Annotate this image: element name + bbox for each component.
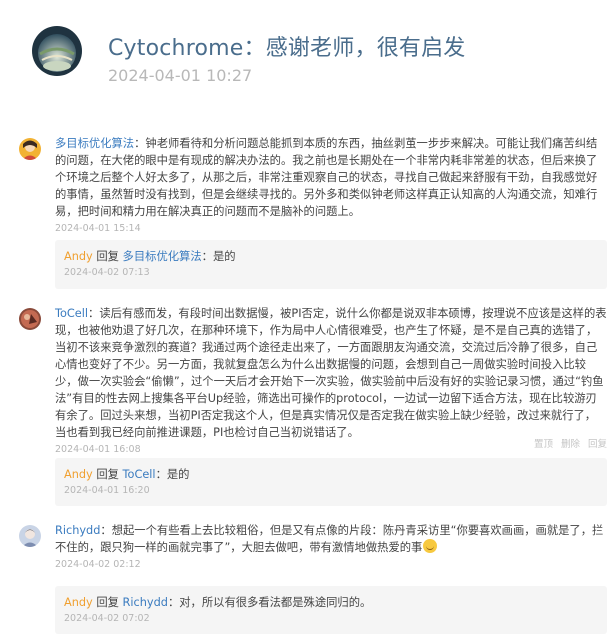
comment-time: 2024-04-01 15:14 xyxy=(55,223,141,234)
commenter-avatar[interactable] xyxy=(19,308,41,330)
post-date: 2024-04-01 10:27 xyxy=(108,66,253,85)
commenter-name[interactable]: 多目标优化算法 xyxy=(55,137,134,150)
reply-content: 是的 xyxy=(166,468,190,481)
comment-content: 读后有感而发，有段时间出数据慢，被PI否定，说什么你都是说双非本硕博，按理说不应… xyxy=(55,307,607,439)
comment-text: 多目标优化算法：钟老师看待和分析问题总能抓到本质的东西，抽丝剥茧一步步来解决。可… xyxy=(55,135,607,220)
delete-button[interactable]: 删除 xyxy=(561,439,580,450)
reply-time: 2024-04-02 07:13 xyxy=(64,267,150,278)
reply-author[interactable]: Andy xyxy=(64,596,93,609)
article-header: Cytochrome：感谢老师，很有启发 2024-04-01 10:27 xyxy=(0,0,613,118)
reply-item: Andy 回复 Richydd：对，所以有很多看法都是殊途同归的。 2024-0… xyxy=(55,586,607,634)
reply-target[interactable]: ToCell xyxy=(123,468,156,481)
comment-time: 2024-04-02 02:12 xyxy=(55,559,141,570)
comment-time: 2024-04-01 16:08 xyxy=(55,444,141,455)
comment-text: Richydd：想起一个有些看上去比较粗俗，但是又有点像的片段：陈丹青采访里“你… xyxy=(55,524,604,554)
author-avatar[interactable] xyxy=(32,26,82,76)
pin-button[interactable]: 置顶 xyxy=(534,439,553,450)
commenter-avatar[interactable] xyxy=(19,525,41,547)
reply-text: Andy 回复 多目标优化算法：是的 xyxy=(64,250,236,263)
reply-text: Andy 回复 ToCell：是的 xyxy=(64,468,190,481)
comment-actions: 置顶 删除 回复 xyxy=(526,436,607,450)
reply-verb: 回复 xyxy=(96,468,119,481)
reply-time: 2024-04-01 16:20 xyxy=(64,485,150,496)
reply-verb: 回复 xyxy=(96,596,119,609)
reply-author[interactable]: Andy xyxy=(64,250,93,263)
colon: ： xyxy=(134,137,146,150)
reply-target[interactable]: Richydd xyxy=(123,596,168,609)
reply-verb: 回复 xyxy=(96,250,119,263)
reply-author[interactable]: Andy xyxy=(64,468,93,481)
commenter-name[interactable]: Richydd xyxy=(55,524,100,537)
reply-item: Andy 回复 ToCell：是的 2024-04-01 16:20 xyxy=(55,458,607,506)
reply-time: 2024-04-02 07:02 xyxy=(64,613,150,624)
comment-text: ToCell：读后有感而发，有段时间出数据慢，被PI否定，说什么你都是说双非本硕… xyxy=(55,307,607,439)
reply-item: Andy 回复 多目标优化算法：是的 2024-04-02 07:13 xyxy=(55,240,607,289)
comment-content: 想起一个有些看上去比较粗俗，但是又有点像的片段：陈丹青采访里“你要喜欢画画，画就… xyxy=(55,524,604,554)
reply-text: Andy 回复 Richydd：对，所以有很多看法都是殊途同归的。 xyxy=(64,596,372,609)
commenter-avatar[interactable] xyxy=(19,138,41,160)
reply-content: 对，所以有很多看法都是殊途同归的。 xyxy=(179,596,372,609)
commenter-name[interactable]: ToCell xyxy=(55,307,88,320)
reply-button[interactable]: 回复 xyxy=(588,439,607,450)
grinning-face-icon xyxy=(423,539,438,553)
reply-content: 是的 xyxy=(212,250,236,263)
reply-target[interactable]: 多目标优化算法 xyxy=(123,250,202,263)
post-title: Cytochrome：感谢老师，很有启发 xyxy=(108,36,466,61)
